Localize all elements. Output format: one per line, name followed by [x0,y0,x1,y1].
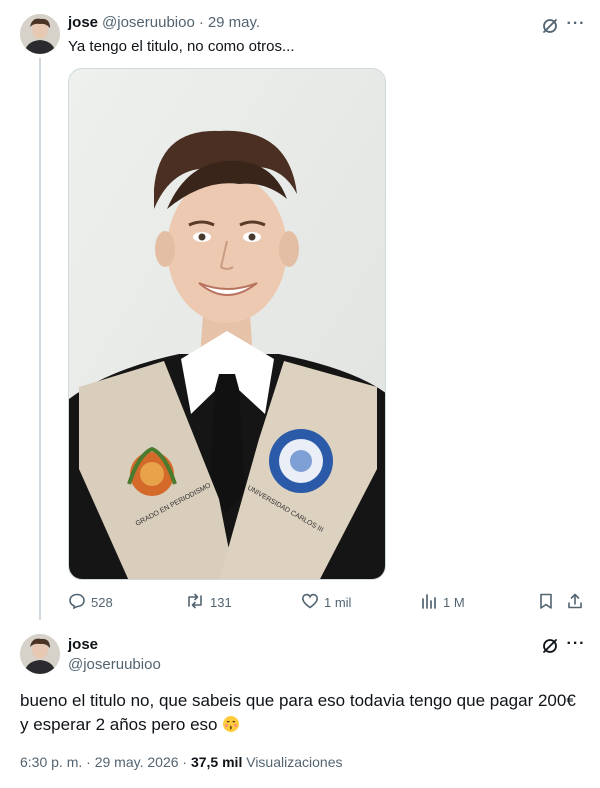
more-options-icon[interactable]: ··· [564,634,588,654]
like-button[interactable]: 1 mil [301,592,351,613]
tweet-time[interactable]: 6:30 p. m. [20,754,82,770]
more-options-icon[interactable]: ··· [564,14,588,34]
repost-button[interactable]: 131 [185,592,232,613]
like-count: 1 mil [324,595,352,610]
tweet-actions-bar: 528 131 1 mil 1 M [68,592,590,614]
reply-icon [68,592,86,613]
views-button[interactable]: 1 M [420,592,465,613]
heart-icon [301,592,319,613]
tweet-date[interactable]: 29 may. [208,14,260,31]
thread-connector-line [39,58,41,620]
views-chart-icon [420,592,438,613]
handle[interactable]: @joseruubioo [68,656,161,673]
repost-count: 131 [210,595,232,610]
views-count: 1 M [443,595,465,610]
display-name[interactable]: jose [68,14,98,31]
handle[interactable]: @joseruubioo [102,14,195,31]
views-count: 37,5 mil [190,754,243,770]
tweet-metadata: 6:30 p. m. · 29 may. 2026 · 37,5 mil Vis… [20,754,342,770]
share-icon [566,592,584,613]
tweet-photo[interactable]: GRADO EN PERIODISMO UNIVERSIDAD CARLOS I… [68,68,386,580]
grok-icon[interactable] [539,635,561,657]
tweet-text: Ya tengo el titulo, no como otros... [68,38,295,55]
views-label: Visualizaciones [246,754,343,770]
separator: · [198,14,204,31]
repost-icon [185,592,205,613]
tweet-text: bueno el titulo no, que sabeis que para … [20,689,580,737]
reply-button[interactable]: 528 [68,592,113,613]
separator: · [86,754,91,770]
avatar[interactable] [20,14,60,54]
bookmark-button[interactable] [537,592,555,613]
grok-icon[interactable] [539,15,561,37]
separator: · [182,754,188,770]
avatar[interactable] [20,634,60,674]
kissing-face-emoji-icon [222,715,240,733]
bookmark-icon [537,592,555,613]
tweet-text-content: bueno el titulo no, que sabeis que para … [20,691,576,734]
display-name[interactable]: jose [68,636,98,653]
tweet-date[interactable]: 29 may. 2026 [95,754,179,770]
tweet-header: jose @joseruubioo · 29 may. [68,14,260,31]
reply-count: 528 [91,595,113,610]
share-button[interactable] [566,592,584,613]
